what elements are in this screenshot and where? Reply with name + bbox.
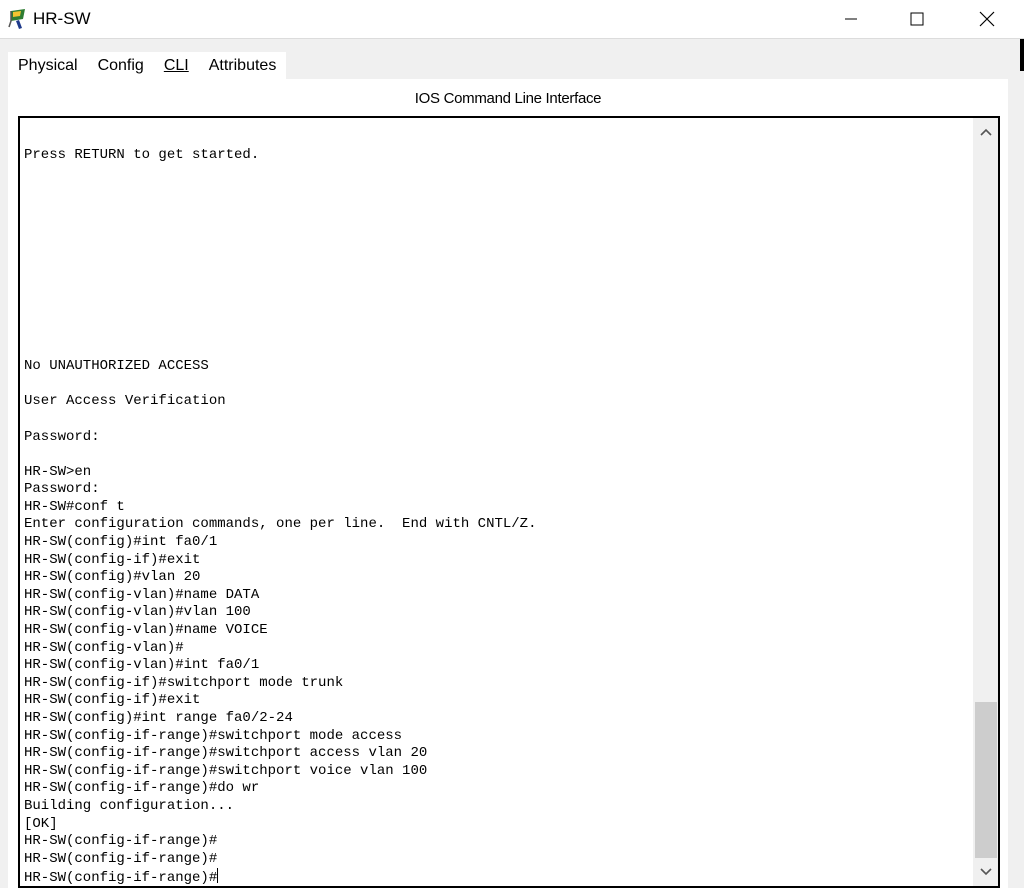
title-bar: HR-SW — [0, 0, 1024, 39]
terminal-line: HR-SW(config-if-range)#do wr — [24, 780, 260, 797]
terminal-line: HR-SW(config-if-range)#switchport access… — [24, 745, 428, 762]
terminal-scrollbar[interactable] — [973, 118, 998, 886]
cli-terminal[interactable]: Press RETURN to get started. No UNAUTHOR… — [18, 116, 1000, 888]
terminal-line: HR-SW(config-if-range)# — [24, 850, 218, 867]
terminal-line: HR-SW(config-vlan)# — [24, 639, 184, 656]
terminal-line: Password: — [24, 428, 100, 445]
window-title: HR-SW — [33, 9, 91, 28]
terminal-line: Password: — [24, 481, 100, 498]
terminal-line: HR-SW(config-if-range)#switchport voice … — [24, 762, 428, 779]
terminal-line: HR-SW(config-vlan)#name DATA — [24, 586, 260, 603]
terminal-line: HR-SW(config-vlan)#name VOICE — [24, 622, 268, 639]
close-button[interactable] — [958, 0, 1016, 38]
minimize-button[interactable] — [822, 0, 880, 38]
terminal-line: Press RETURN to get started. — [24, 147, 260, 163]
terminal-output: Press RETURN to get started. No UNAUTHOR… — [24, 147, 968, 887]
terminal-line: HR-SW(config-if)#exit — [24, 551, 201, 568]
terminal-prompt: HR-SW(config-if-range)# — [24, 870, 218, 887]
terminal-line: HR-SW(config-if)#switchport mode trunk — [24, 674, 344, 691]
window-edge — [1020, 39, 1024, 71]
terminal-line: User Access Verification — [24, 393, 226, 410]
maximize-button[interactable] — [888, 0, 946, 38]
terminal-line: Enter configuration commands, one per li… — [24, 516, 537, 533]
terminal-line: HR-SW(config-if-range)#switchport mode a… — [24, 727, 403, 744]
terminal-line: HR-SW>en — [24, 463, 92, 480]
terminal-line: HR-SW(config)#vlan 20 — [24, 569, 201, 586]
panel-title: IOS Command Line Interface — [414, 90, 602, 107]
terminal-line: No UNAUTHORIZED ACCESS — [24, 358, 209, 375]
chevron-down-icon — [979, 868, 992, 876]
terminal-line: Building configuration... — [24, 797, 235, 814]
terminal-line: HR-SW(config)#int fa0/1 — [24, 534, 218, 551]
switch-app-icon — [7, 7, 31, 31]
terminal-line: [OK] — [24, 815, 58, 832]
tab-bar: Physical Config CLI Attributes — [8, 52, 287, 82]
terminal-line: HR-SW#conf t — [24, 498, 125, 515]
text-cursor — [217, 868, 219, 884]
tab-physical[interactable]: Physical — [8, 52, 88, 80]
terminal-line: HR-SW(config-if-range)# — [24, 833, 218, 850]
terminal-line: HR-SW(config-vlan)#int fa0/1 — [24, 657, 260, 674]
scroll-up-button[interactable] — [973, 120, 998, 144]
terminal-line: HR-SW(config)#int range fa0/2-24 — [24, 710, 293, 726]
scroll-thumb[interactable] — [975, 702, 997, 858]
tab-cli[interactable]: CLI — [153, 52, 199, 82]
tab-attributes[interactable]: Attributes — [198, 52, 287, 80]
terminal-line: HR-SW(config-if)#exit — [24, 692, 201, 709]
chevron-up-icon — [979, 128, 992, 136]
scroll-down-button[interactable] — [973, 860, 998, 884]
terminal-line: HR-SW(config-vlan)#vlan 100 — [24, 604, 251, 621]
tab-config[interactable]: Config — [87, 52, 154, 80]
